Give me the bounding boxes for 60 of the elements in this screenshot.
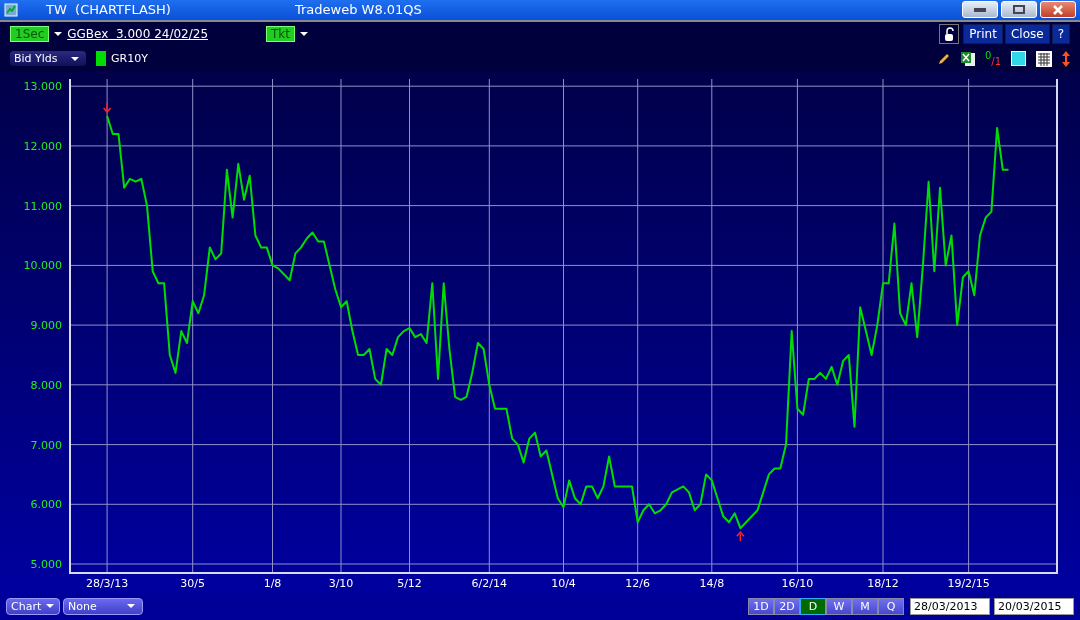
lock-icon <box>944 27 955 42</box>
x-tick-label: 12/6 <box>625 576 651 590</box>
spreadsheet-icon[interactable] <box>960 50 975 67</box>
end-date-field[interactable]: 20/03/2015 <box>994 597 1074 615</box>
up-arrow-marker <box>736 530 745 542</box>
chart-type-dropdown[interactable]: Chart <box>6 597 60 615</box>
interval-button[interactable]: 1Sec <box>10 26 50 43</box>
y-tick-label: 8.000 <box>30 378 62 392</box>
y-tick-label: 12.000 <box>23 139 62 153</box>
toolbar-button[interactable]: ? <box>1051 24 1070 45</box>
decimals-button[interactable]: 0/1 <box>984 51 1001 67</box>
x-tick-label: 19/2/15 <box>947 576 990 590</box>
period-tab[interactable]: D <box>800 597 826 615</box>
app-title: Tradeweb W8.01QS <box>294 2 423 18</box>
period-tab[interactable]: 1D <box>748 597 774 615</box>
period-tab[interactable]: Q <box>878 597 904 615</box>
toolbar-button[interactable]: Close <box>1004 24 1050 45</box>
instrument-link[interactable]: GGBex 3.000 24/02/25 <box>67 27 209 42</box>
x-tick-label: 16/10 <box>781 576 814 590</box>
maximize-button[interactable] <box>1001 1 1037 19</box>
period-tab[interactable]: W <box>826 597 852 615</box>
x-tick-label: 5/12 <box>397 576 422 590</box>
minimize-icon <box>974 7 986 12</box>
y-tick-label: 10.000 <box>23 259 62 272</box>
window-title: TW (CHARTFLASH) <box>46 2 171 18</box>
x-tick-label: 10/4 <box>551 576 576 590</box>
lock-button[interactable] <box>939 24 960 45</box>
field-dropdown[interactable]: Bid Ylds <box>10 51 86 67</box>
x-tick-label: 28/3/13 <box>85 576 129 590</box>
y-tick-label: 5.000 <box>30 557 62 571</box>
close-icon <box>1053 4 1063 15</box>
x-tick-label: 18/12 <box>867 576 899 590</box>
y-tick-label: 7.000 <box>30 438 62 452</box>
maximize-icon <box>1013 5 1025 15</box>
x-tick-label: 6/2/14 <box>471 576 507 590</box>
vertical-arrows-icon[interactable] <box>1062 50 1070 67</box>
caret-icon[interactable] <box>54 32 63 37</box>
pencil-icon[interactable] <box>936 51 951 66</box>
x-tick-label: 14/8 <box>699 576 725 590</box>
minimize-button[interactable] <box>962 1 998 19</box>
table-icon[interactable] <box>1036 50 1052 67</box>
period-tab[interactable]: M <box>852 597 878 615</box>
y-tick-label: 6.000 <box>30 497 62 511</box>
y-tick-label: 11.000 <box>23 199 62 213</box>
start-date-field[interactable]: 28/03/2013 <box>910 597 990 615</box>
y-tick-label: 9.000 <box>30 318 62 332</box>
toolbar-button[interactable]: Print <box>963 24 1003 45</box>
overlay-dropdown[interactable]: None <box>63 597 143 615</box>
period-tab[interactable]: 2D <box>774 597 800 615</box>
y-tick-label: 13.000 <box>23 79 62 93</box>
x-tick-label: 1/8 <box>263 576 282 590</box>
legend-label: GR10Y <box>111 52 148 66</box>
x-tick-label: 30/5 <box>180 576 206 590</box>
close-window-button[interactable] <box>1040 1 1076 19</box>
caret-icon[interactable] <box>300 32 308 37</box>
x-tick-label: 3/10 <box>328 576 354 590</box>
app-icon <box>4 2 18 17</box>
down-arrow-marker <box>102 101 112 113</box>
ticket-button[interactable]: Tkt <box>266 26 295 43</box>
color-square-icon[interactable] <box>1011 51 1026 67</box>
